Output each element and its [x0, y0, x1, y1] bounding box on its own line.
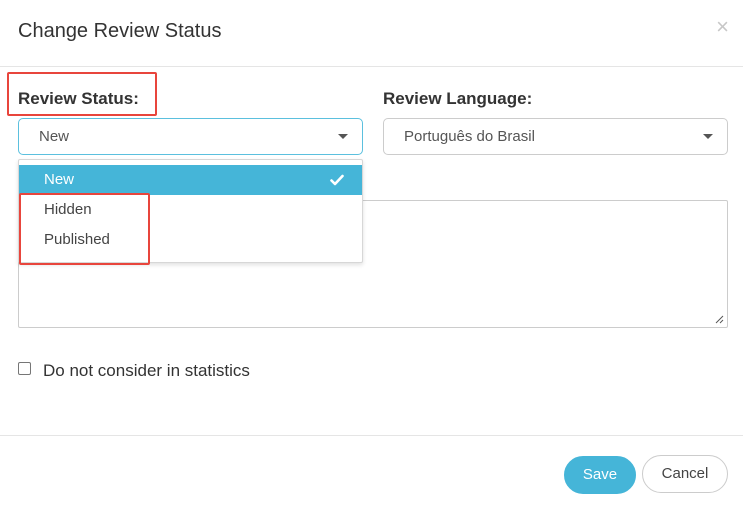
option-published[interactable]: Published: [19, 225, 362, 255]
footer-divider: [0, 435, 743, 436]
review-status-label: Review Status:: [18, 89, 139, 108]
review-status-dropdown: New Hidden Published: [18, 159, 363, 263]
review-status-select[interactable]: New: [18, 118, 363, 155]
caret-down-icon: [703, 134, 713, 139]
caret-down-icon: [338, 134, 348, 139]
change-review-status-dialog: Change Review Status × Review Status: Re…: [0, 0, 743, 509]
option-label: Published: [44, 231, 110, 248]
review-language-label: Review Language:: [383, 89, 533, 108]
statistics-checkbox[interactable]: [18, 362, 31, 375]
check-icon: [330, 174, 344, 186]
review-language-value: Português do Brasil: [404, 128, 535, 145]
save-button[interactable]: Save: [564, 456, 636, 494]
resize-grip-icon[interactable]: [715, 315, 724, 324]
dialog-title: Change Review Status: [18, 20, 222, 42]
review-status-value: New: [39, 128, 70, 145]
option-label: New: [44, 171, 75, 188]
cancel-button[interactable]: Cancel: [642, 455, 728, 493]
option-new[interactable]: New: [19, 165, 362, 195]
review-language-select[interactable]: Português do Brasil: [383, 118, 728, 155]
dialog-header: Change Review Status ×: [0, 0, 743, 67]
statistics-checkbox-label: Do not consider in statistics: [43, 361, 250, 380]
option-hidden[interactable]: Hidden: [19, 195, 362, 225]
close-icon[interactable]: ×: [716, 16, 729, 38]
option-label: Hidden: [44, 201, 92, 218]
